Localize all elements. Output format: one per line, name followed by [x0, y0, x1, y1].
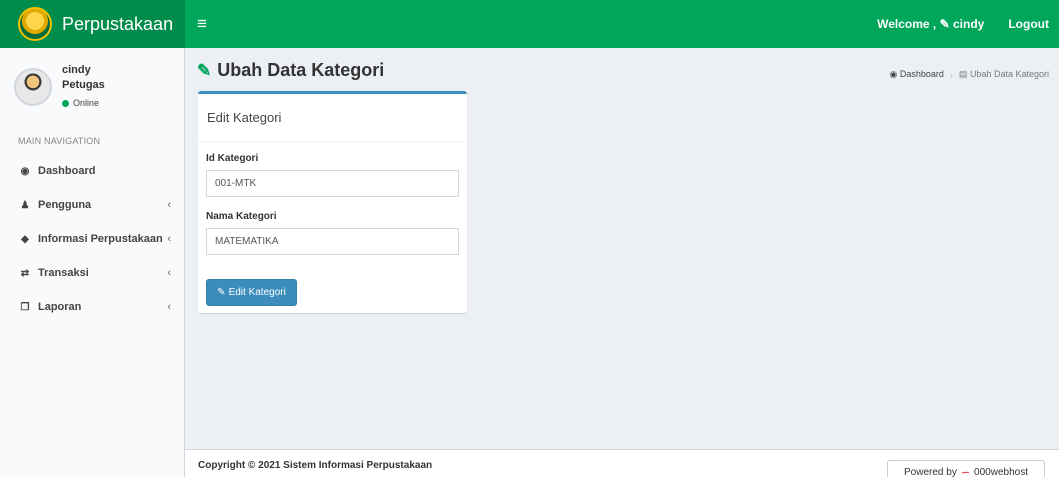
- online-dot-icon: [62, 99, 69, 107]
- edit-kategori-button[interactable]: ✎ Edit Kategori: [206, 279, 297, 306]
- welcome-text: Welcome ,: [877, 17, 937, 31]
- dashboard-icon: ◉: [20, 165, 30, 177]
- nav-header: MAIN NAVIGATION: [18, 136, 101, 146]
- footer: Copyright © 2021 Sistem Informasi Perpus…: [185, 449, 1059, 477]
- page-title-text: Ubah Data Kategori: [217, 60, 385, 80]
- breadcrumb: ◉ Dashboard › ▤ Ubah Data Kategori: [890, 69, 1050, 80]
- edit-kategori-button-label: Edit Kategori: [228, 287, 286, 298]
- tag-icon: ◆: [21, 233, 29, 245]
- id-kategori-input[interactable]: [206, 170, 459, 197]
- chevron-left-icon: ‹: [167, 199, 171, 211]
- edit-kategori-box: Edit Kategori Id Kategori Nama Kategori …: [198, 91, 467, 313]
- edit-icon: ✎: [217, 287, 226, 298]
- breadcrumb-current-label: Ubah Data Kategori: [969, 69, 1049, 79]
- sidebar-item-dashboard[interactable]: ◉ Dashboard: [0, 154, 185, 188]
- user-role: Petugas: [62, 79, 105, 91]
- user-status: Online: [62, 98, 99, 108]
- powered-by-badge[interactable]: Powered by ∽ 000webhost: [887, 460, 1045, 477]
- user-icon: ♟: [20, 199, 30, 211]
- chevron-left-icon: ‹: [167, 301, 171, 313]
- edit-icon: ✎: [939, 17, 950, 31]
- welcome-user-name: cindy: [953, 17, 985, 31]
- page-title: ✎ Ubah Data Kategori: [197, 60, 384, 81]
- sidebar-item-laporan[interactable]: ❐ Laporan ‹: [0, 290, 185, 324]
- user-status-text: Online: [73, 98, 100, 108]
- user-name: cindy: [62, 64, 91, 76]
- breadcrumb-dashboard[interactable]: ◉ Dashboard: [890, 69, 944, 80]
- dashboard-icon: ◉: [889, 69, 898, 79]
- avatar: [14, 68, 52, 106]
- nama-kategori-input[interactable]: [206, 228, 459, 255]
- chevron-left-icon: ‹: [167, 267, 171, 279]
- webhost-logo-icon: ∽: [960, 466, 971, 477]
- copy-icon: ❐: [20, 301, 30, 313]
- user-menu: Welcome , ✎ cindy Logout: [877, 17, 1059, 31]
- menu-toggle-icon[interactable]: ≡: [197, 14, 207, 34]
- breadcrumb-current: ▤ Ubah Data Kategori: [959, 69, 1049, 80]
- sidebar: cindy Petugas Online MAIN NAVIGATION ◉ D…: [0, 48, 185, 477]
- exchange-icon: ⇄: [20, 267, 30, 279]
- library-emblem-icon: [18, 7, 52, 41]
- edit-icon: ✎: [197, 60, 212, 80]
- webhost-name: 000webhost: [974, 466, 1028, 477]
- box-title: Edit Kategori: [198, 94, 467, 142]
- breadcrumb-home-label: Dashboard: [899, 69, 944, 79]
- sidebar-item-label: Pengguna: [38, 199, 92, 211]
- chevron-left-icon: ‹: [167, 233, 171, 245]
- sidebar-item-transaksi[interactable]: ⇄ Transaksi ‹: [0, 256, 185, 290]
- logo[interactable]: Perpustakaan: [0, 0, 185, 48]
- sidebar-item-label: Informasi Perpustakaan: [38, 233, 163, 245]
- top-navbar: Perpustakaan ≡ Welcome , ✎ cindy Logout: [0, 0, 1059, 48]
- breadcrumb-separator: ›: [949, 69, 953, 80]
- powered-by-text: Powered by: [904, 466, 957, 477]
- id-kategori-label: Id Kategori: [206, 153, 259, 164]
- sidebar-item-informasi-perpustakaan[interactable]: ◆ Informasi Perpustakaan ‹: [0, 222, 185, 256]
- sidebar-item-pengguna[interactable]: ♟ Pengguna ‹: [0, 188, 185, 222]
- file-icon: ▤: [958, 69, 968, 79]
- app-name: Perpustakaan: [62, 13, 174, 34]
- logout-link[interactable]: Logout: [1008, 17, 1049, 31]
- sidebar-item-label: Laporan: [38, 301, 82, 313]
- welcome-link[interactable]: Welcome , ✎ cindy: [877, 17, 984, 31]
- nama-kategori-label: Nama Kategori: [206, 211, 277, 222]
- sidebar-menu: ◉ Dashboard ♟ Pengguna ‹ ◆ Informasi Per…: [0, 154, 185, 324]
- sidebar-item-label: Transaksi: [38, 267, 89, 279]
- copyright-text: Copyright © 2021 Sistem Informasi Perpus…: [198, 460, 433, 471]
- sidebar-item-label: Dashboard: [38, 165, 96, 177]
- user-panel: cindy Petugas Online: [0, 48, 184, 128]
